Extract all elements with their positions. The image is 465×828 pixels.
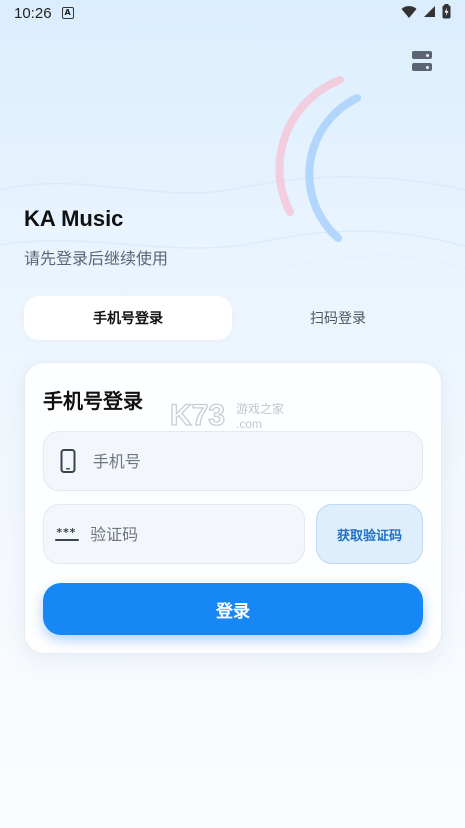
status-time: 10:26 (14, 4, 52, 22)
password-dots-icon: *** (44, 526, 90, 542)
get-code-button[interactable]: 获取验证码 (316, 504, 423, 564)
server-bar-bottom (412, 63, 432, 71)
app-subtitle: 请先登录后继续使用 (24, 249, 169, 268)
wifi-icon (401, 5, 417, 18)
status-bar: 10:26 A (0, 0, 465, 26)
server-bar-top (412, 51, 432, 59)
login-tabs: 手机号登录 扫码登录 (24, 296, 442, 340)
login-card: 手机号登录 K73 游戏之家 .com *** 获取验证码 登录 (24, 362, 442, 654)
notification-a-icon: A (61, 7, 74, 19)
password-dots-text: *** (56, 526, 76, 539)
phone-input[interactable] (92, 451, 422, 471)
app-title: KA Music (24, 206, 124, 231)
watermark-domain: .com (236, 417, 262, 431)
status-icons (401, 4, 451, 19)
watermark-logo-text: K73 (170, 399, 225, 432)
form-title: 手机号登录 (43, 389, 143, 413)
code-input[interactable] (90, 524, 304, 544)
tab-qr-login[interactable]: 扫码登录 (234, 296, 442, 340)
tab-phone-login[interactable]: 手机号登录 (24, 296, 232, 340)
watermark-logo: K73 游戏之家 .com (170, 398, 284, 432)
cellular-signal-icon (424, 6, 435, 17)
server-settings-icon[interactable] (412, 50, 434, 72)
decorative-arcs (275, 76, 361, 242)
battery-charging-icon (442, 4, 451, 19)
watermark-text: 游戏之家 (236, 401, 284, 416)
phone-icon (44, 449, 93, 473)
code-field[interactable]: *** (43, 504, 305, 564)
login-button[interactable]: 登录 (43, 583, 423, 635)
phone-field[interactable] (43, 431, 423, 491)
